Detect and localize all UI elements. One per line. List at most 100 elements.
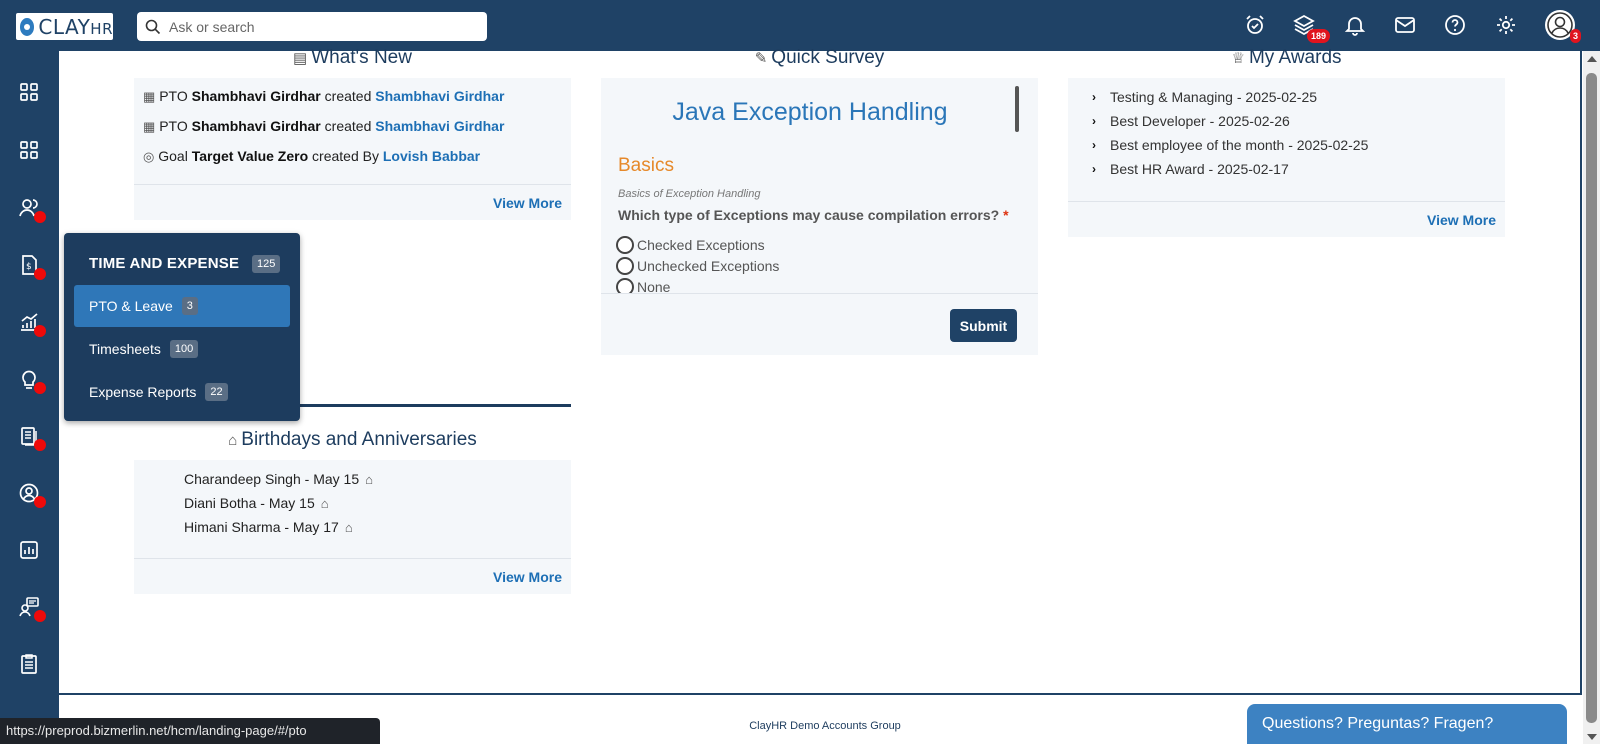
reports-icon[interactable] — [18, 539, 40, 561]
top-bar: CLAYHR 189 3 — [0, 0, 1600, 51]
scroll-down-arrow-icon[interactable] — [1587, 734, 1597, 740]
logo-suffix: HR — [90, 19, 113, 38]
mail-icon[interactable] — [1393, 13, 1417, 37]
calendar-icon: ▦ — [143, 119, 156, 134]
survey-title: ✎ Quick Survey — [754, 47, 885, 68]
survey-question: Which type of Exceptions may cause compi… — [618, 207, 1009, 223]
clayhr-logo[interactable]: CLAYHR — [16, 13, 113, 40]
survey-footer: Submit — [601, 293, 1038, 355]
award-item: › Best Developer - 2025-02-26 — [1092, 113, 1290, 129]
whats-new-title: ▤ What's New — [293, 47, 412, 68]
survey-option[interactable]: None — [616, 278, 670, 293]
time-expense-icon[interactable]: $ — [18, 254, 46, 280]
card-footer: View More — [1068, 201, 1505, 237]
news-link[interactable]: Lovish Babbar — [383, 148, 480, 164]
cake-icon: ⌂ — [344, 520, 353, 535]
scrollbar-thumb[interactable] — [1586, 73, 1597, 723]
radio-button[interactable] — [616, 278, 634, 293]
gear-icon[interactable] — [1494, 13, 1518, 37]
survey-option[interactable]: Unchecked Exceptions — [616, 257, 779, 275]
birthday-item: Charandeep Singh - May 15 ⌂ — [184, 471, 373, 487]
survey-heading: Java Exception Handling — [672, 98, 948, 126]
birthday-item: Himani Sharma - May 17 ⌂ — [184, 519, 353, 535]
notification-dot — [34, 325, 46, 337]
awards-title: ♕ My Awards — [1231, 47, 1342, 68]
trophy-icon: ♕ — [1231, 50, 1245, 67]
news-link[interactable]: Shambhavi Girdhar — [375, 118, 504, 134]
radio-button[interactable] — [616, 236, 634, 254]
chevron-right-icon: › — [1092, 114, 1096, 128]
menu-item-count: 100 — [169, 340, 199, 358]
dashboard-icon[interactable] — [18, 81, 40, 103]
logo-text: CLAY — [38, 14, 91, 39]
ideas-icon[interactable] — [18, 368, 46, 394]
radio-button[interactable] — [616, 257, 634, 275]
birthdays-view-more[interactable]: View More — [493, 569, 562, 585]
sidebar: $ — [0, 51, 59, 744]
submit-button[interactable]: Submit — [950, 309, 1017, 342]
checklist-icon[interactable] — [18, 653, 40, 675]
chevron-right-icon: › — [1092, 90, 1096, 104]
menu-item-count: 3 — [181, 297, 198, 315]
notification-dot — [34, 610, 46, 622]
footer-divider — [59, 693, 1582, 695]
documents-icon[interactable] — [18, 425, 46, 451]
survey-option[interactable]: Checked Exceptions — [616, 236, 765, 254]
birthday-item: Diani Botha - May 15 ⌂ — [184, 495, 329, 511]
awards-view-more[interactable]: View More — [1427, 212, 1496, 228]
scroll-up-arrow-icon[interactable] — [1587, 56, 1597, 62]
required-mark: * — [1003, 207, 1009, 223]
menu-title[interactable]: TIME AND EXPENSE — [89, 255, 239, 272]
news-link[interactable]: Shambhavi Girdhar — [375, 88, 504, 104]
birthdays-title: ⌂ Birthdays and Anniversaries — [228, 429, 477, 450]
chevron-right-icon: › — [1092, 138, 1096, 152]
svg-text:$: $ — [26, 262, 32, 272]
logo-mark-icon — [20, 17, 35, 36]
people-icon[interactable] — [18, 197, 46, 223]
training-icon[interactable] — [18, 596, 46, 622]
notification-dot — [34, 211, 46, 223]
profile-icon[interactable] — [18, 482, 46, 508]
chevron-right-icon: › — [1092, 162, 1096, 176]
alarm-icon[interactable] — [1243, 13, 1267, 37]
award-item: › Best HR Award - 2025-02-17 — [1092, 161, 1289, 177]
news-item: ▦ PTO Shambhavi Girdhar created Shambhav… — [143, 118, 505, 134]
cake-icon: ⌂ — [320, 496, 329, 511]
card-footer: View More — [134, 558, 571, 594]
apps-icon[interactable] — [18, 139, 40, 161]
menu-item-count: 22 — [205, 383, 228, 401]
whats-new-view-more[interactable]: View More — [493, 195, 562, 211]
award-item: › Best employee of the month - 2025-02-25 — [1092, 137, 1369, 153]
search-box[interactable] — [137, 12, 487, 41]
footer-group-name: ClayHR Demo Accounts Group — [749, 720, 901, 732]
survey-section: Basics — [618, 155, 674, 176]
help-chat-button[interactable]: Questions? Preguntas? Fragen? — [1247, 704, 1567, 744]
notification-dot — [34, 496, 46, 508]
survey-description: Basics of Exception Handling — [618, 188, 761, 200]
menu-title-count: 125 — [252, 255, 281, 273]
search-icon — [145, 19, 161, 34]
cake-icon: ⌂ — [228, 432, 238, 449]
birthdays-card: Charandeep Singh - May 15 ⌂ Diani Botha -… — [134, 460, 571, 594]
status-bar-url: https://preprod.bizmerlin.net/hcm/landin… — [0, 718, 380, 744]
notification-dot — [34, 439, 46, 451]
survey-scrollbar[interactable] — [1015, 86, 1019, 132]
newspaper-icon: ▤ — [293, 50, 308, 67]
survey-card: Java Exception Handling Basics Basics of… — [601, 78, 1038, 293]
menu-item-timesheets[interactable]: Timesheets 100 — [74, 328, 290, 370]
avatar-badge: 3 — [1570, 29, 1582, 43]
awards-card: › Testing & Managing - 2025-02-25 › Best D… — [1068, 78, 1505, 237]
edit-icon: ✎ — [754, 50, 768, 67]
growth-icon[interactable] — [18, 311, 46, 337]
menu-item-expense-reports[interactable]: Expense Reports 22 — [74, 371, 290, 413]
notification-dot — [34, 382, 46, 394]
menu-item-pto-leave[interactable]: PTO & Leave 3 — [74, 285, 290, 327]
bell-icon[interactable] — [1343, 13, 1367, 37]
time-expense-menu: TIME AND EXPENSE 125 PTO & Leave 3 Timesh… — [64, 233, 300, 421]
news-item: ▦ PTO Shambhavi Girdhar created Shambhav… — [143, 88, 505, 104]
help-icon[interactable] — [1443, 13, 1467, 37]
award-item: › Testing & Managing - 2025-02-25 — [1092, 89, 1318, 105]
calendar-icon: ▦ — [143, 89, 156, 104]
card-footer: View More — [134, 184, 571, 220]
search-input[interactable] — [169, 18, 469, 35]
